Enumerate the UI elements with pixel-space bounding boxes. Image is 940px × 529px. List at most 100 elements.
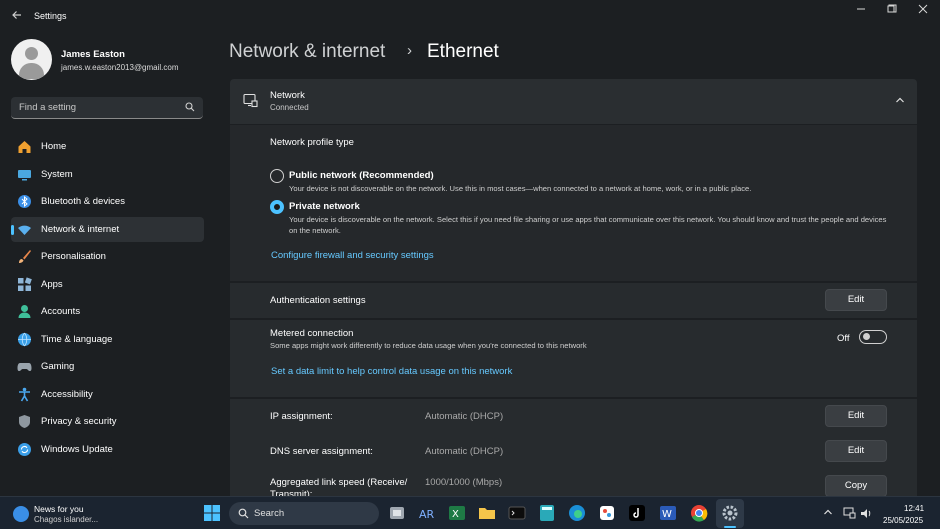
gamepad-icon [17, 363, 32, 371]
metered-label: Metered connection [270, 328, 354, 339]
metered-toggle[interactable] [859, 330, 887, 344]
sidebar-item-label: Network & internet [41, 223, 120, 235]
sidebar-item-label: Time & language [41, 333, 113, 345]
terminal-icon[interactable] [508, 504, 526, 522]
title-bar: Settings [0, 0, 940, 34]
sidebar-item-label: Accounts [41, 306, 81, 317]
news-subtitle[interactable]: Chagos islander... [34, 515, 98, 524]
search-input[interactable]: Find a setting [11, 97, 203, 119]
minimize-icon [857, 8, 865, 10]
ip-assignment-value: Automatic (DHCP) [425, 411, 504, 422]
bluetooth-icon [18, 195, 31, 208]
network-status: Connected [270, 103, 309, 112]
authentication-edit-button[interactable]: Edit [825, 289, 887, 311]
dns-assignment-label: DNS server assignment: [270, 446, 373, 457]
breadcrumb-parent[interactable]: Network & internet [229, 41, 385, 63]
chrome-icon[interactable] [690, 504, 708, 522]
ethernet-icon [243, 93, 258, 108]
sidebar-item-label: Gaming [41, 361, 75, 372]
authentication-label: Authentication settings [270, 295, 366, 306]
maximize-button[interactable] [877, 4, 907, 20]
profile-email: james.w.easton2013@gmail.com [61, 63, 179, 72]
breadcrumb-separator: › [407, 42, 412, 59]
brush-icon [19, 250, 31, 263]
close-button[interactable] [908, 4, 938, 20]
volume-icon[interactable] [860, 507, 873, 520]
network-tray-icon[interactable] [843, 507, 856, 520]
ip-assignment-label: IP assignment: [270, 411, 333, 422]
active-app-indicator [724, 526, 736, 528]
sidebar-item-windows-update[interactable]: Windows Update [11, 437, 204, 462]
sidebar-item-label: Accessibility [41, 388, 93, 400]
sidebar-item-privacy[interactable]: Privacy & security [11, 409, 204, 434]
sidebar-item-accessibility[interactable]: Accessibility [11, 382, 204, 407]
sidebar-item-bluetooth[interactable]: Bluetooth & devices [11, 189, 204, 214]
authentication-row: Authentication settings Edit [230, 283, 917, 318]
user-profile[interactable]: James Easton james.w.easton2013@gmail.co… [11, 39, 211, 83]
close-icon [918, 4, 928, 14]
paint-icon[interactable] [598, 504, 616, 522]
start-icon[interactable] [203, 504, 221, 522]
private-network-title: Private network [289, 201, 360, 212]
apps-icon [18, 276, 32, 291]
clock-date[interactable]: 25/05/2025 [883, 516, 923, 525]
settings-icon[interactable] [721, 504, 739, 522]
taskbar-search[interactable]: Search [229, 502, 379, 525]
sidebar-item-system[interactable]: System [11, 162, 204, 187]
dns-assignment-edit-button[interactable]: Edit [825, 440, 887, 462]
profile-name: James Easton [61, 49, 125, 60]
sidebar-item-apps[interactable]: Apps [11, 272, 204, 297]
back-button[interactable] [8, 8, 26, 26]
clock-time[interactable]: 12:41 [904, 504, 924, 513]
network-profile-section: Network profile type Public network (Rec… [230, 125, 917, 281]
sidebar-item-gaming[interactable]: Gaming [11, 354, 204, 379]
link-speed-copy-button[interactable]: Copy [825, 475, 887, 497]
chevron-up-icon[interactable] [823, 507, 833, 517]
metered-desc: Some apps might work differently to redu… [270, 341, 587, 350]
sidebar-item-label: Apps [41, 278, 63, 290]
network-card-header[interactable]: Network Connected [230, 79, 917, 124]
update-icon [18, 442, 31, 456]
public-network-desc: Your device is not discoverable on the n… [289, 184, 752, 193]
public-network-radio[interactable] [270, 169, 284, 183]
network-profile-type-label: Network profile type [270, 137, 354, 148]
tiktok-icon[interactable] [628, 504, 646, 522]
firewall-settings-link[interactable]: Configure firewall and security settings [271, 250, 434, 261]
wifi-icon [18, 225, 31, 235]
edge-icon[interactable] [568, 504, 586, 522]
news-title[interactable]: News for you [34, 504, 84, 514]
sidebar-item-time-language[interactable]: Time & language [11, 327, 204, 352]
public-network-title: Public network (Recommended) [289, 170, 434, 181]
sidebar-item-label: Privacy & security [41, 416, 117, 427]
ar-app-icon[interactable]: AR [418, 504, 436, 522]
home-icon [18, 141, 31, 153]
data-limit-link[interactable]: Set a data limit to help control data us… [271, 366, 512, 377]
search-placeholder: Find a setting [19, 102, 77, 113]
network-title: Network [270, 90, 305, 101]
file-explorer-icon[interactable] [388, 504, 406, 522]
accessibility-icon [19, 387, 30, 401]
chevron-up-icon[interactable] [895, 95, 905, 105]
shield-icon [19, 415, 30, 428]
sidebar-item-personalisation[interactable]: Personalisation [11, 244, 204, 269]
sidebar-nav: Home System Bluetooth & devices Network … [11, 134, 204, 464]
sidebar-item-accounts[interactable]: Accounts [11, 299, 204, 324]
sidebar-item-home[interactable]: Home [11, 134, 204, 159]
svg-text:AR: AR [419, 508, 435, 521]
news-widget-icon[interactable] [13, 506, 29, 522]
globe-icon [18, 332, 31, 346]
sidebar-item-network[interactable]: Network & internet [11, 216, 204, 242]
sidebar-item-label: Home [41, 141, 67, 152]
excel-icon[interactable]: X [448, 504, 466, 522]
folder-icon[interactable] [478, 504, 496, 522]
app-title: Settings [34, 11, 67, 21]
sidebar-item-label: System [41, 168, 73, 180]
search-icon [238, 508, 249, 519]
calculator-icon[interactable] [538, 504, 556, 522]
minimize-button[interactable] [846, 4, 876, 20]
ip-assignment-edit-button[interactable]: Edit [825, 405, 887, 427]
private-network-radio[interactable] [270, 200, 284, 214]
word-icon[interactable]: W [659, 504, 677, 522]
back-arrow-icon [12, 11, 21, 19]
link-speed-value: 1000/1000 (Mbps) [425, 477, 503, 488]
